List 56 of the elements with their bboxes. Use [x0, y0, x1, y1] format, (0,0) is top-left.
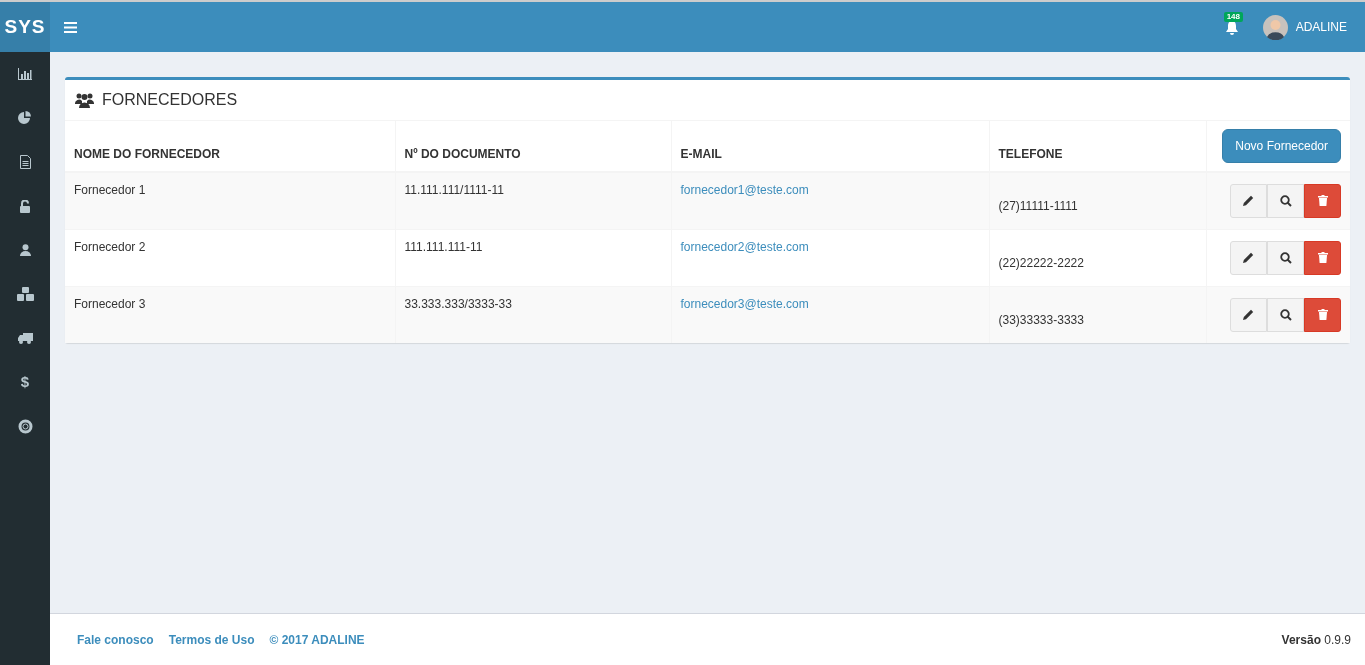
- panel-title: FORNECEDORES: [102, 90, 238, 110]
- email-link[interactable]: fornecedor3@teste.com: [680, 296, 809, 311]
- delete-button[interactable]: [1304, 240, 1341, 275]
- edit-button[interactable]: [1230, 297, 1267, 332]
- phone-number: (27)11111-1111: [998, 198, 1078, 213]
- menu-icon[interactable]: [64, 21, 77, 33]
- column-header: E-MAIL: [680, 147, 722, 161]
- delete-button[interactable]: [1304, 183, 1341, 218]
- truck-icon[interactable]: [17, 332, 33, 344]
- footer-link[interactable]: Fale conosco: [77, 630, 154, 649]
- supplier-name: Fornecedor 3: [74, 296, 146, 311]
- user-icon[interactable]: [19, 244, 31, 256]
- search-icon: [1279, 308, 1292, 321]
- search-button[interactable]: [1267, 183, 1304, 218]
- search-icon: [1279, 251, 1292, 264]
- footer-link[interactable]: © 2017 ADALINE: [269, 630, 365, 649]
- logo[interactable]: SYS: [0, 0, 50, 52]
- supplier-name: Fornecedor 2: [74, 239, 146, 254]
- column-header: NOME DO FORNECEDOR: [74, 147, 220, 161]
- pencil-icon: [1243, 252, 1254, 263]
- trash-icon: [1317, 252, 1328, 263]
- document-number: 111.111.111-11: [404, 239, 483, 254]
- cubes-icon[interactable]: [16, 287, 34, 301]
- supplier-name: Fornecedor 1: [74, 183, 146, 197]
- version-text: Versão 0.9.9: [1281, 631, 1351, 649]
- trash-icon: [1317, 195, 1328, 207]
- column-header: Nº DO DOCUMENTO: [404, 147, 521, 161]
- search-icon: [1279, 194, 1292, 207]
- document-icon[interactable]: [19, 155, 31, 169]
- document-number: 11.111.111/1111-11: [404, 183, 504, 197]
- pie-chart-icon[interactable]: [18, 111, 32, 125]
- pencil-icon: [1243, 195, 1254, 207]
- bar-chart-icon[interactable]: [18, 68, 32, 80]
- dollar-icon[interactable]: $: [20, 370, 30, 394]
- notification-count: 148: [1223, 11, 1243, 22]
- edit-button[interactable]: [1230, 240, 1267, 275]
- search-button[interactable]: [1267, 240, 1304, 275]
- phone-number: (22)22222-2222: [998, 255, 1084, 270]
- users-icon: [75, 92, 94, 108]
- user-name[interactable]: ADALINE: [1295, 18, 1347, 36]
- pencil-icon: [1243, 309, 1254, 321]
- lifebuoy-icon[interactable]: [17, 418, 33, 434]
- bell-icon[interactable]: [1224, 19, 1239, 35]
- email-link[interactable]: fornecedor1@teste.com: [680, 183, 809, 197]
- delete-button[interactable]: [1304, 297, 1341, 332]
- avatar-icon[interactable]: [1262, 14, 1288, 40]
- footer-link[interactable]: Termos de Uso: [168, 630, 255, 649]
- column-header: TELEFONE: [998, 147, 1063, 161]
- document-number: 33.333.333/3333-33: [404, 296, 512, 311]
- trash-icon: [1317, 309, 1328, 321]
- search-button[interactable]: [1267, 297, 1304, 332]
- unlock-icon[interactable]: [20, 199, 30, 213]
- phone-number: (33)33333-3333: [998, 312, 1084, 327]
- new-supplier-button[interactable]: Novo Fornecedor: [1222, 129, 1341, 163]
- email-link[interactable]: fornecedor2@teste.com: [680, 239, 809, 254]
- edit-button[interactable]: [1230, 183, 1267, 218]
